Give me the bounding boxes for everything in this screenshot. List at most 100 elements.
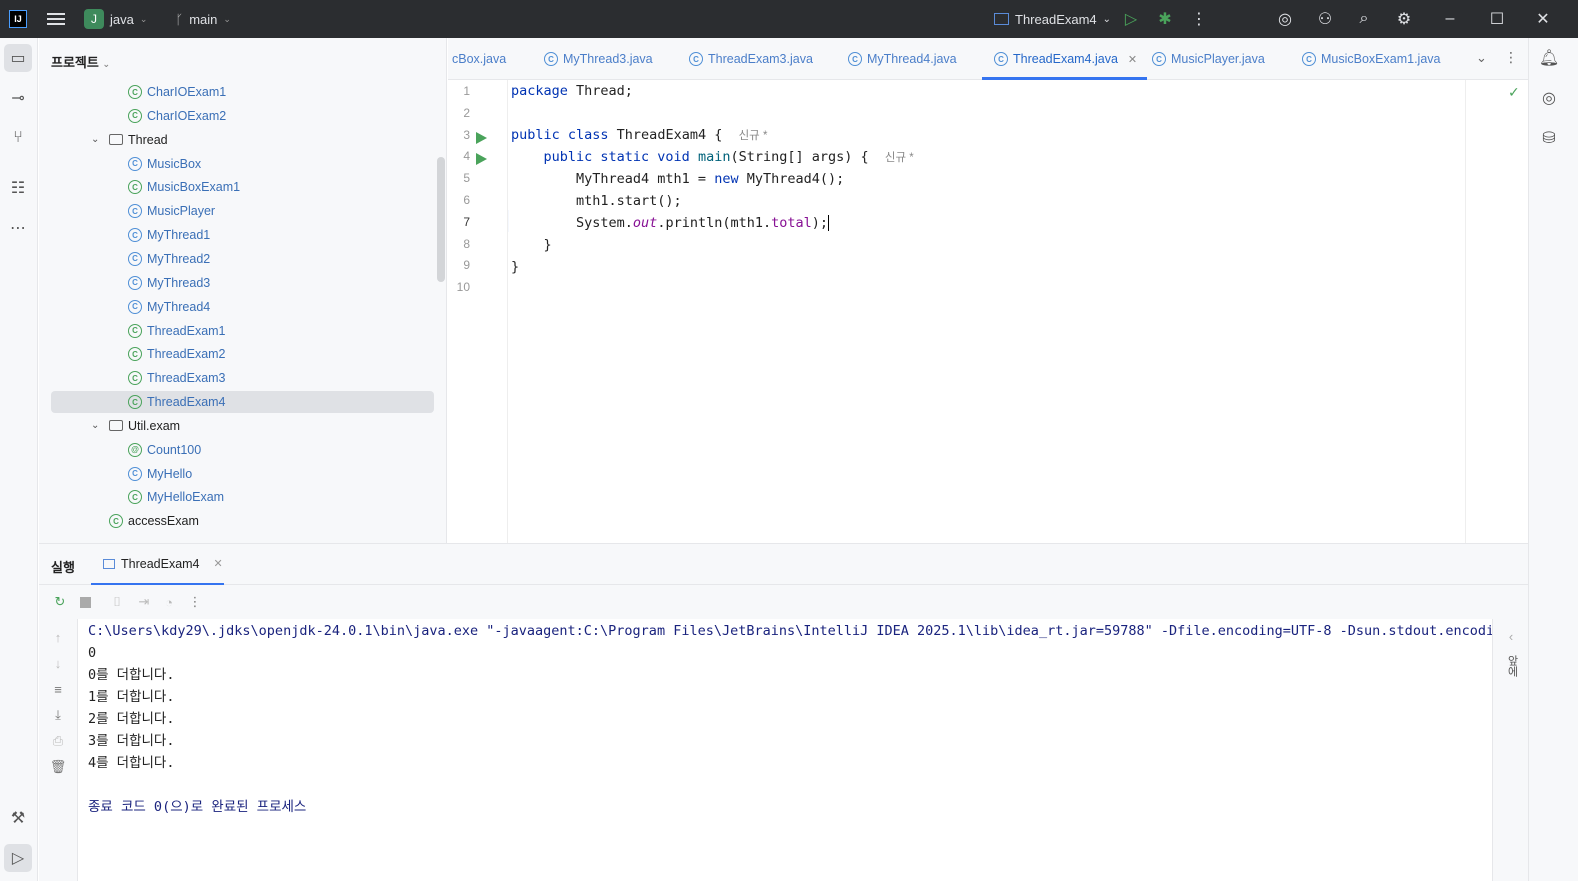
main-menu-icon[interactable]	[47, 10, 65, 28]
chevron-down-icon[interactable]: ⌄	[91, 134, 103, 145]
tree-item-label: CharIOExam1	[147, 85, 227, 99]
tree-item[interactable]: C MusicBoxExam1	[128, 176, 240, 198]
run-tab-threadexam4[interactable]: ThreadExam4 ✕	[91, 544, 224, 586]
java-class-icon: C	[128, 108, 142, 123]
database-icon[interactable]: ⛁	[1535, 124, 1563, 152]
ai-chat-icon[interactable]: ◎	[1535, 84, 1563, 112]
intellij-logo-icon: IJ	[9, 10, 27, 28]
tree-item[interactable]: C MusicBox	[128, 153, 201, 175]
minimize-icon[interactable]: –	[1440, 9, 1460, 29]
java-class-icon: C	[128, 156, 142, 171]
more-tools-icon[interactable]: ⋯	[4, 214, 32, 242]
editor-tab-label: ThreadExam3.java	[708, 52, 813, 66]
run-config-selector[interactable]: ThreadExam4 ⌄	[994, 0, 1111, 38]
editor-tab-label: MyThread4.java	[867, 52, 957, 66]
tree-item[interactable]: C MyThread2	[128, 248, 210, 270]
debug-icon[interactable]: ✱	[1155, 9, 1175, 29]
tree-item[interactable]: C ThreadExam2	[128, 343, 226, 365]
console-side-toolbar: ↑ ↓ ≡ ⤓ ⎙ 🗑︎	[39, 619, 78, 881]
line-number: 3	[463, 127, 470, 142]
export-icon[interactable]: ⇥	[135, 593, 153, 611]
add-user-icon[interactable]: ⚇	[1315, 9, 1335, 29]
tree-item[interactable]: C MyThread1	[128, 224, 210, 246]
editor-tab[interactable]: C ThreadExam4.java ✕	[981, 38, 1148, 80]
editor-tab[interactable]: cBox.java	[452, 38, 506, 80]
print-icon[interactable]: ⎙	[49, 732, 67, 750]
right-tool-strip: 🔔︎ ◎ ⛁	[1528, 38, 1578, 881]
soft-wrap-icon[interactable]: ≡	[49, 680, 67, 698]
tree-item[interactable]: C MyHelloExam	[128, 486, 224, 508]
editor-tab[interactable]: C ThreadExam3.java	[689, 38, 813, 80]
title-bar: IJ J java ⌄ ᚴ main ⌄ ThreadExam4 ⌄ ▷ ✱ ⋮…	[0, 0, 1578, 38]
editor-scrollbar-area: ✓	[1465, 80, 1528, 543]
tabs-dropdown-icon[interactable]: ⌄	[1476, 50, 1487, 66]
console-output[interactable]: C:\Users\kdy29\.jdks\openjdk-24.0.1\bin\…	[78, 619, 1492, 881]
java-class-icon: C	[128, 275, 142, 290]
editor-tab-label: ThreadExam4.java	[1013, 52, 1118, 66]
more-options-icon[interactable]: ⋮	[186, 593, 204, 611]
run-icon[interactable]: ▷	[1121, 9, 1141, 29]
code-line-7: System.out.println(mth1.total);	[511, 215, 830, 231]
tree-item[interactable]: C MyThread3	[128, 272, 210, 294]
tree-item[interactable]: CaccessExam	[109, 510, 199, 532]
code-line-1: package Thread;	[511, 83, 633, 99]
chevron-down-icon[interactable]: ⌄	[91, 420, 103, 431]
stop-icon[interactable]	[76, 593, 94, 611]
structure-icon[interactable]: ☷	[4, 174, 32, 202]
search-icon[interactable]: ⌕	[1354, 9, 1374, 29]
build-icon[interactable]: ⚒	[4, 804, 32, 832]
maximize-icon[interactable]: ☐	[1487, 9, 1507, 29]
branch-switcher[interactable]: ᚴ main ⌄	[175, 12, 231, 27]
project-switcher[interactable]: J java ⌄	[84, 9, 147, 29]
tree-item[interactable]: C CharIOExam1	[128, 81, 226, 103]
tree-item[interactable]: C CharIOExam2	[128, 105, 226, 127]
gutter-run-icon[interactable]	[476, 153, 487, 166]
tree-item[interactable]: C MyHello	[128, 463, 192, 485]
tree-item[interactable]: ⌄ Thread	[91, 129, 168, 151]
gutter-run-icon[interactable]	[476, 131, 487, 144]
editor-tab[interactable]: C MusicBoxExam1.java	[1302, 38, 1441, 80]
settings-gear-icon[interactable]: ⚙	[1394, 9, 1414, 29]
code-editor[interactable]: package Thread; public class ThreadExam4…	[509, 80, 1465, 543]
project-badge: J	[84, 9, 104, 29]
scroll-to-end-icon[interactable]: ⤓	[49, 706, 67, 724]
clear-trash-icon[interactable]: 🗑︎	[49, 758, 67, 776]
console-line: 2를 더합니다.	[88, 711, 175, 727]
close-window-icon[interactable]: ✕	[1533, 9, 1553, 29]
console-right-label[interactable]: 앞에	[1502, 655, 1520, 677]
no-problems-check-icon[interactable]: ✓	[1508, 84, 1520, 101]
project-scrollbar[interactable]	[437, 157, 445, 282]
camera-icon[interactable]: ⌷	[108, 593, 126, 611]
tree-item[interactable]: C MusicPlayer	[128, 200, 215, 222]
tree-item[interactable]: C ThreadExam4	[51, 391, 434, 414]
code-line-6: mth1.start();	[511, 193, 682, 209]
commit-icon[interactable]: ⊸	[4, 84, 32, 112]
java-class-icon: C	[128, 204, 142, 219]
close-tab-icon[interactable]: ✕	[214, 557, 223, 570]
tabs-more-icon[interactable]: ⋮	[1504, 49, 1518, 66]
tree-item-label: ThreadExam1	[147, 323, 226, 338]
project-panel-title[interactable]: 프로젝트 ⌄	[51, 52, 110, 71]
tree-item[interactable]: C ThreadExam3	[128, 367, 226, 389]
editor-tab[interactable]: C MyThread3.java	[544, 38, 653, 80]
editor-tab[interactable]: C MyThread4.java	[848, 38, 957, 80]
notifications-bell-icon[interactable]: 🔔︎	[1535, 44, 1563, 72]
run-tool-icon[interactable]: ▷	[4, 844, 32, 872]
chevron-left-icon[interactable]: ‹	[1502, 627, 1520, 645]
scroll-down-icon[interactable]: ↓	[49, 654, 67, 672]
profiler-icon[interactable]: ◔	[160, 593, 178, 611]
more-actions-icon[interactable]: ⋮	[1189, 9, 1209, 29]
line-number: 10	[456, 280, 470, 295]
ai-assistant-icon[interactable]: ◎	[1275, 9, 1295, 29]
editor-tab[interactable]: C MusicPlayer.java	[1152, 38, 1265, 80]
pull-requests-icon[interactable]: ⑂	[4, 124, 32, 152]
tree-item[interactable]: @ Count100	[128, 439, 201, 461]
java-class-icon: C	[544, 52, 558, 66]
tree-item[interactable]: C MyThread4	[128, 296, 210, 318]
rerun-icon[interactable]: ↻	[51, 593, 69, 611]
project-folder-icon[interactable]: ▭	[4, 44, 32, 72]
tree-item[interactable]: C ThreadExam1	[128, 320, 226, 342]
close-tab-icon[interactable]: ✕	[1128, 53, 1137, 66]
tree-item[interactable]: ⌄ Util.exam	[91, 415, 180, 437]
scroll-up-icon[interactable]: ↑	[49, 628, 67, 646]
